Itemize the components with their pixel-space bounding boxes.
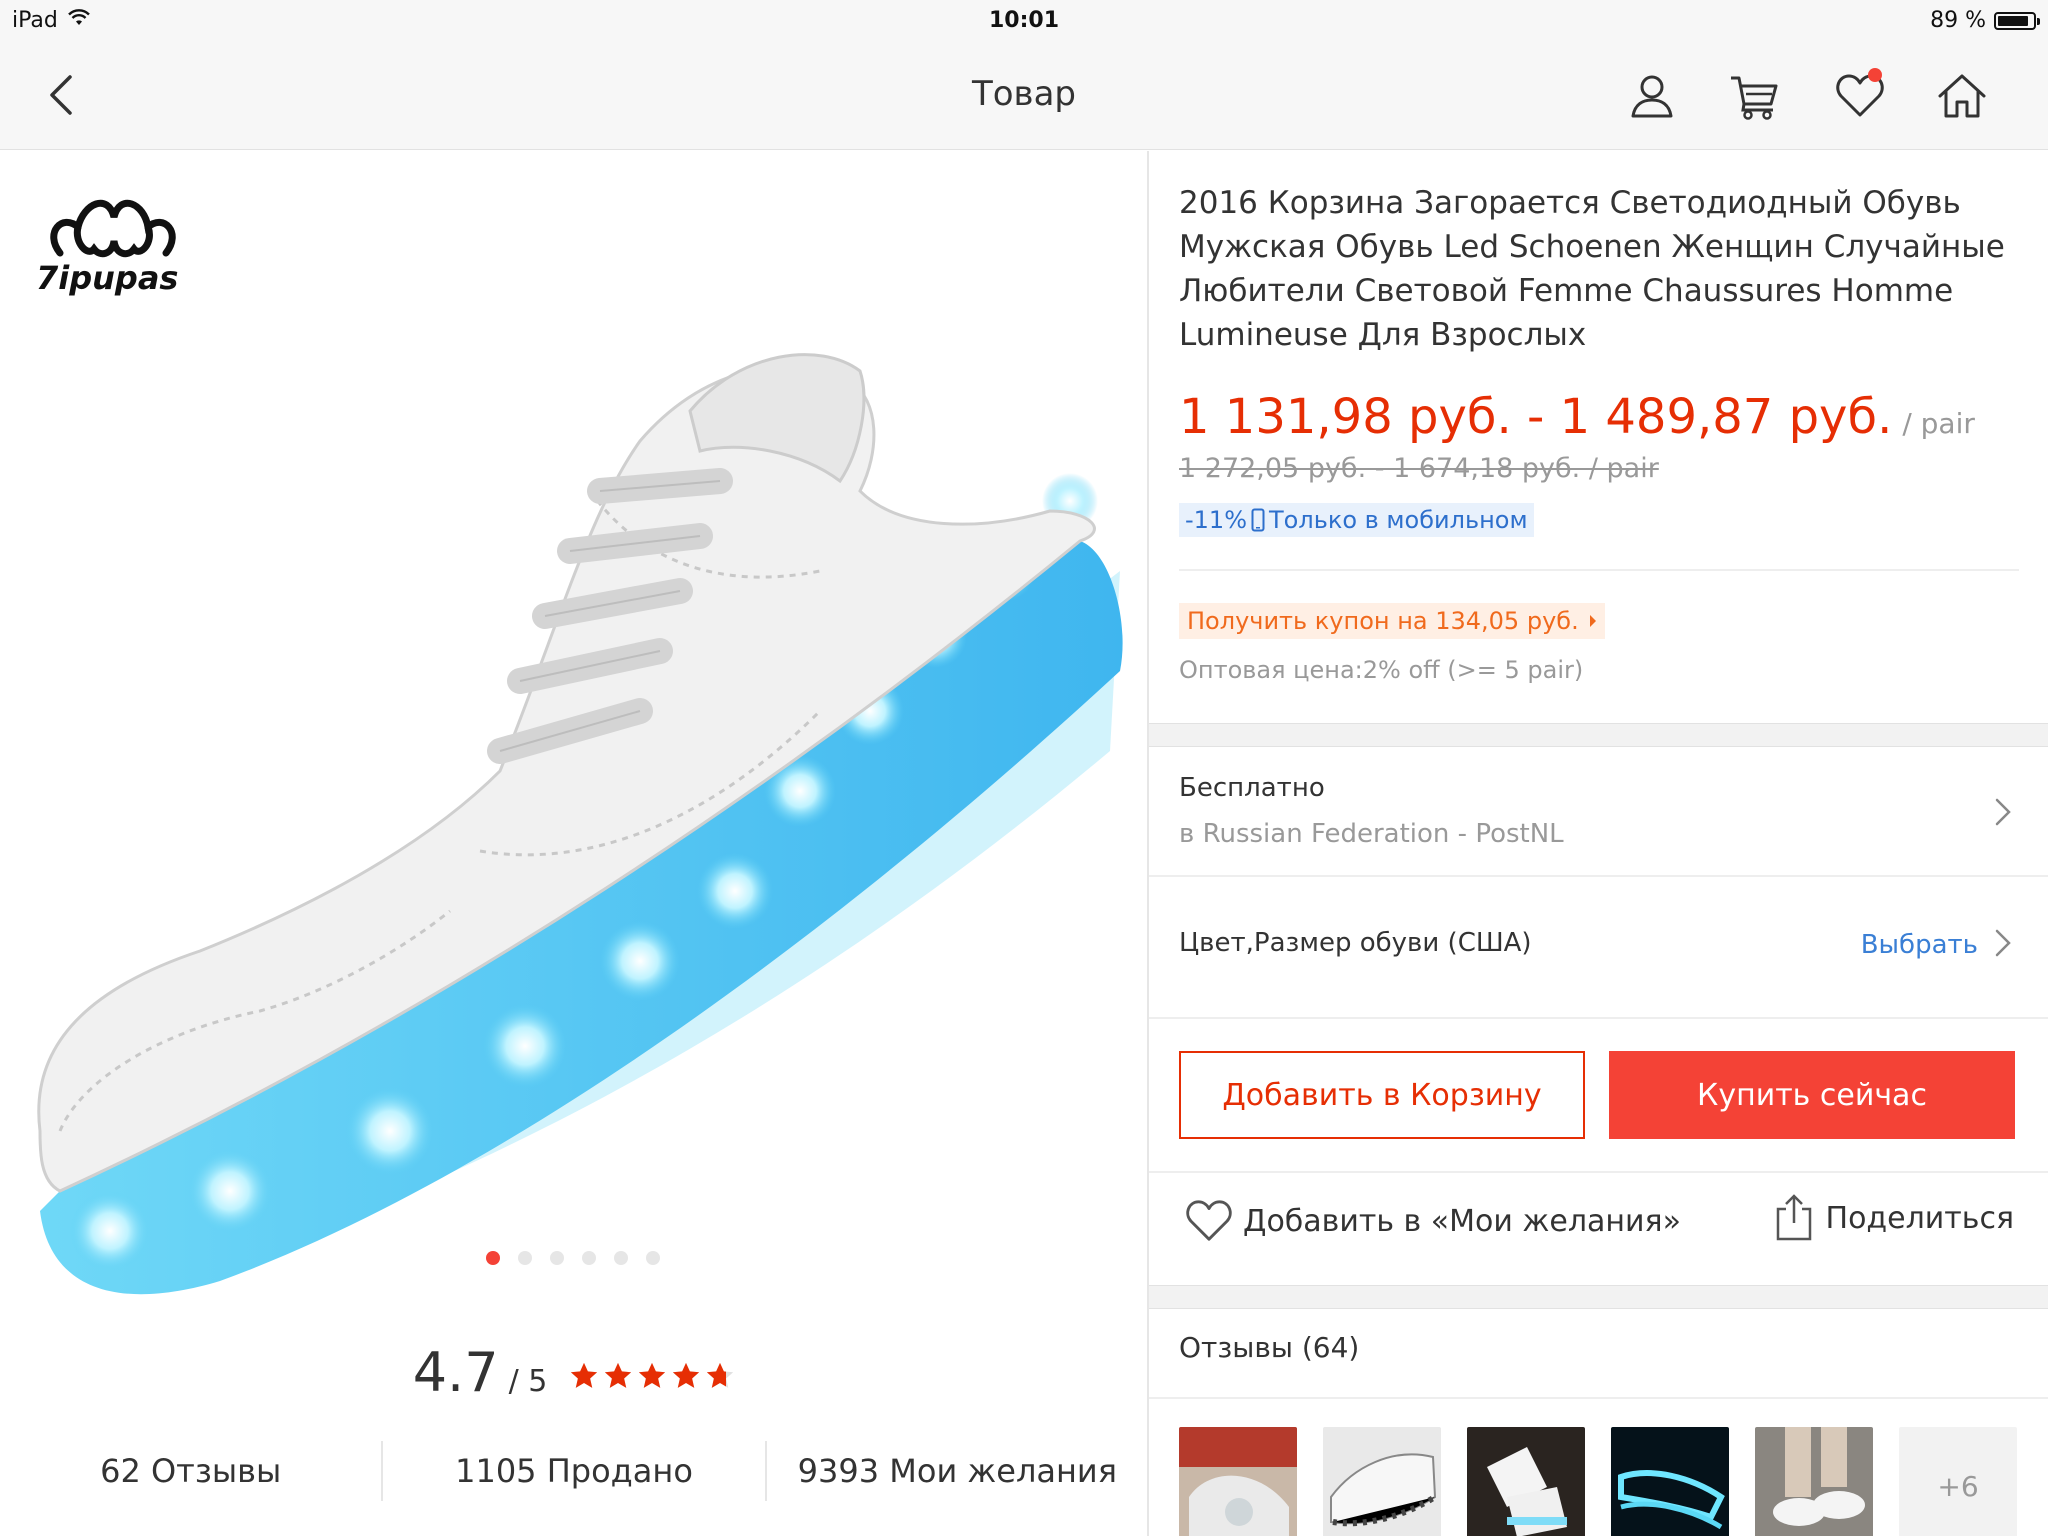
heart-icon [1186, 1200, 1232, 1241]
share-label: Поделиться [1825, 1200, 2014, 1236]
cart-icon [1731, 76, 1778, 120]
brand-logo-icon [50, 199, 176, 258]
star-icon [639, 1362, 666, 1388]
chevron-right-icon [1988, 797, 2018, 827]
phone-icon [1251, 508, 1265, 532]
product-details-panel: 2016 Корзина Загорается Светодиодный Обу… [1149, 151, 2048, 1536]
rating-max: / 5 [508, 1364, 548, 1399]
buy-now-button[interactable]: Купить сейчас [1609, 1051, 2015, 1139]
battery-indicator: 89 % [1930, 8, 2040, 33]
original-price: 1 272,05 руб. - 1 674,18 руб. / pair [1179, 453, 1659, 484]
reviews-count[interactable]: 62 Отзывы [0, 1431, 381, 1511]
gallery-dot[interactable] [614, 1251, 628, 1265]
wholesale-price: Оптовая цена:2% off (>= 5 pair) [1179, 656, 1584, 684]
add-to-wishlist-label: Добавить в «Мои желания» [1243, 1203, 1681, 1239]
gallery-dot[interactable] [486, 1251, 500, 1265]
select-options-link[interactable]: Выбрать [1861, 930, 1978, 960]
coupon-label: Получить купон на 134,05 руб. [1187, 607, 1579, 635]
chevron-right-icon [1988, 928, 2018, 958]
sold-count: 1105 Продано [455, 1452, 693, 1490]
add-to-cart-button[interactable]: Добавить в Корзину [1179, 1051, 1585, 1139]
notification-dot [1868, 68, 1882, 82]
review-photos: +6 [1179, 1427, 2017, 1536]
review-photo[interactable] [1323, 1427, 1441, 1536]
product-gallery-panel: 7ipupas 4.7 / 5 62 Отзывы 1105 Продано 9… [0, 151, 1148, 1536]
battery-fill [1998, 15, 2029, 26]
brand-logo-text: 7ipupas [36, 259, 179, 297]
gallery-dot[interactable] [646, 1251, 660, 1265]
rating-stars [569, 1361, 735, 1391]
gallery-dot[interactable] [518, 1251, 532, 1265]
mobile-discount-label: Только в мобильном [1269, 506, 1528, 534]
share-icon [1776, 1194, 1811, 1241]
options-label: Цвет,Размер обуви (США) [1179, 928, 1532, 958]
coupon-button[interactable]: Получить купон на 134,05 руб. [1179, 603, 1605, 639]
mobile-discount-value: -11% [1185, 506, 1248, 534]
battery-percent: 89 % [1930, 8, 1986, 33]
clock: 10:01 [988, 8, 1060, 33]
status-bar: iPad 10:01 89 % [0, 0, 2048, 40]
star-icon [707, 1362, 734, 1388]
review-photo[interactable] [1467, 1427, 1585, 1536]
wishes-count: 9393 Мои желания [797, 1452, 1117, 1490]
options-row[interactable]: Цвет,Размер обуви (США) Выбрать [1149, 876, 2048, 1016]
home-icon [1938, 74, 1986, 118]
shipping-row[interactable]: Бесплатно в Russian Federation - PostNL [1149, 749, 2048, 874]
shipping-title: Бесплатно [1179, 773, 1325, 803]
share-button[interactable]: Поделиться [1774, 1193, 2014, 1243]
wishlist-button[interactable] [1830, 66, 1890, 126]
section-gap [1149, 723, 2048, 747]
caret-right-icon [1589, 615, 1596, 627]
product-stats: 62 Отзывы 1105 Продано 9393 Мои желания [0, 1431, 1148, 1511]
divider [1149, 1397, 2048, 1399]
rating-value: 4.7 [412, 1341, 499, 1404]
home-button[interactable] [1932, 66, 1992, 126]
mobile-discount-badge: -11% Только в мобильном [1179, 503, 1534, 537]
price-range: 1 131,98 руб. - 1 489,87 руб. [1179, 389, 1893, 445]
rating-summary: 4.7 / 5 [0, 1341, 1148, 1404]
review-photo[interactable] [1179, 1427, 1297, 1536]
star-icon [605, 1362, 632, 1388]
cart-button[interactable] [1724, 66, 1784, 126]
add-to-wishlist-button[interactable]: Добавить в «Мои желания» [1185, 1199, 1681, 1243]
gallery-dot[interactable] [550, 1251, 564, 1265]
review-photo[interactable] [1611, 1427, 1729, 1536]
wish-share-row: Добавить в «Мои желания» Поделиться [1149, 1171, 2048, 1271]
led-sneaker-illustration [37, 199, 1123, 1295]
account-icon [1631, 75, 1673, 118]
navigation-bar: Товар [0, 40, 2048, 150]
more-photos-button[interactable]: +6 [1899, 1427, 2017, 1536]
divider [1179, 569, 2019, 571]
section-gap [1149, 1285, 2048, 1309]
account-button[interactable] [1622, 66, 1682, 126]
gallery-pagination[interactable] [486, 1251, 660, 1265]
shipping-subtitle: в Russian Federation - PostNL [1179, 819, 1564, 849]
divider [1149, 1017, 2048, 1019]
star-icon [673, 1362, 700, 1388]
price-unit: / pair [1902, 407, 1975, 440]
battery-icon [1994, 11, 2040, 30]
price-block: 1 131,98 руб. - 1 489,87 руб. / pair [1179, 389, 1975, 445]
star-icon [571, 1362, 598, 1388]
gallery-dot[interactable] [582, 1251, 596, 1265]
reviews-header[interactable]: Отзывы (64) [1179, 1331, 1359, 1364]
product-title: 2016 Корзина Загорается Светодиодный Обу… [1179, 185, 2005, 353]
product-image[interactable]: 7ipupas [0, 151, 1148, 1301]
review-photo[interactable] [1755, 1427, 1873, 1536]
